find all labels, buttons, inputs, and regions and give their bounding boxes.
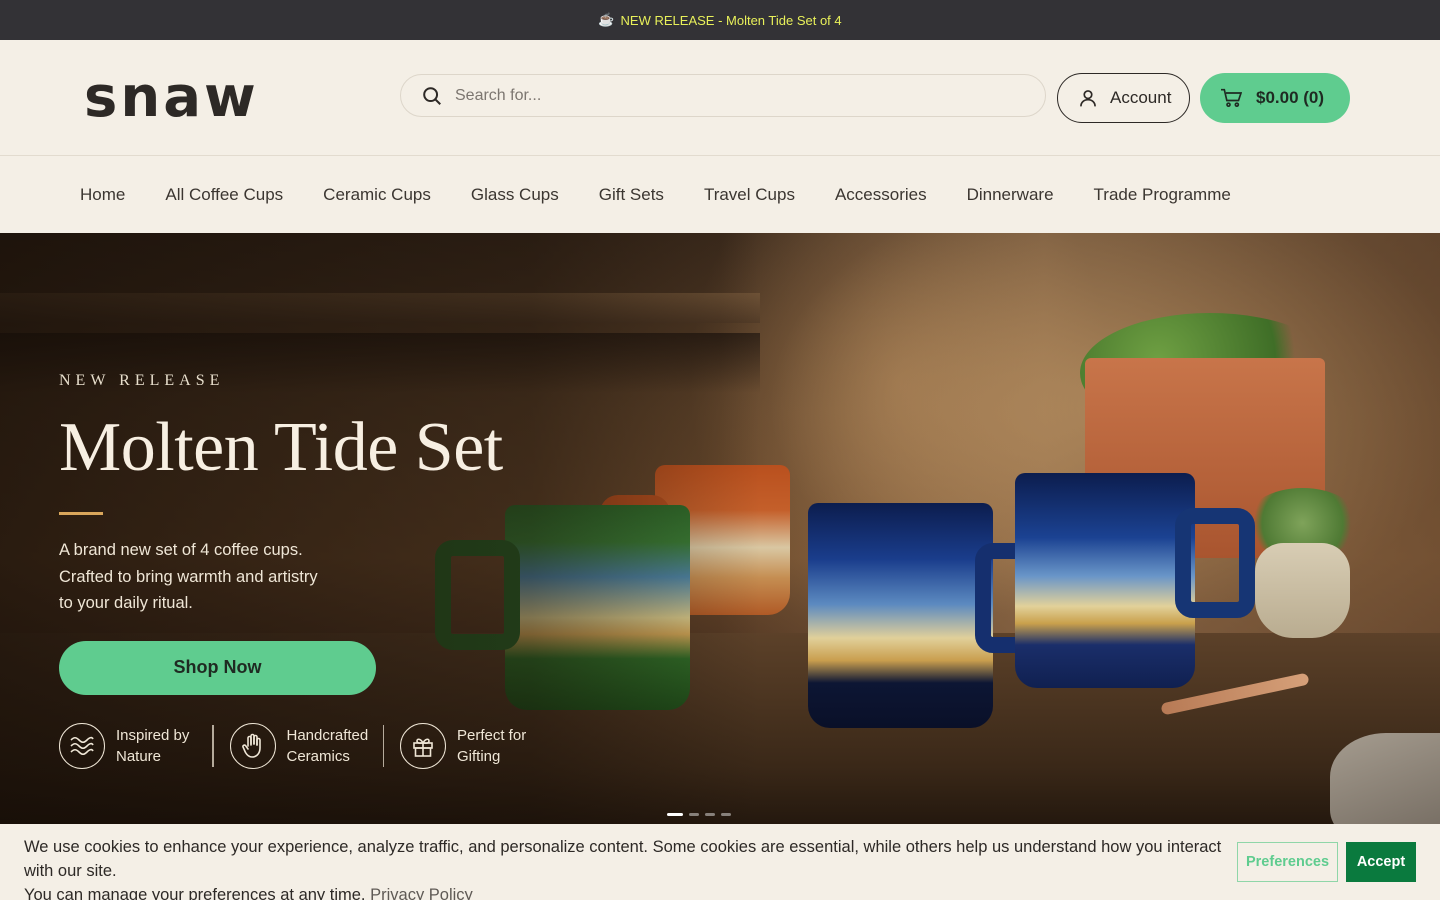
announcement-text[interactable]: NEW RELEASE - Molten Tide Set of 4 (621, 13, 842, 28)
hero-banner[interactable]: NEW RELEASE Molten Tide Set A brand new … (0, 233, 1440, 824)
small-pot (1255, 543, 1350, 638)
carousel-dot[interactable] (705, 813, 715, 816)
nav-item-dinnerware[interactable]: Dinnerware (967, 185, 1054, 205)
search-icon (423, 86, 441, 105)
cookie-line: We use cookies to enhance your experienc… (24, 838, 1222, 880)
nav-item-ceramic-cups[interactable]: Ceramic Cups (323, 185, 431, 205)
announcement-bar: ☕ NEW RELEASE - Molten Tide Set of 4 (0, 0, 1440, 40)
feature-handcrafted: Handcrafted Ceramics (229, 722, 377, 769)
nav-item-gift-sets[interactable]: Gift Sets (599, 185, 664, 205)
mug-blue (808, 503, 1055, 728)
site-header: snaw Account $0.00 (0) (0, 40, 1440, 156)
coffee-cup-icon: ☕ (598, 12, 615, 27)
search-input[interactable] (455, 86, 1015, 105)
feature-line: Ceramics (286, 747, 350, 765)
linen-cloth (1330, 733, 1440, 824)
feature-label: Inspired by Nature (116, 725, 206, 767)
waves-icon (70, 736, 94, 755)
hero-title: Molten Tide Set (59, 409, 503, 486)
cookie-message: We use cookies to enhance your experienc… (24, 835, 1224, 900)
nav-item-all-coffee-cups[interactable]: All Coffee Cups (165, 185, 283, 205)
main-nav: Home All Coffee Cups Ceramic Cups Glass … (0, 156, 1440, 233)
hero-divider (59, 512, 103, 515)
hero-content: NEW RELEASE Molten Tide Set A brand new … (59, 372, 547, 769)
accept-button[interactable]: Accept (1346, 842, 1416, 882)
feature-line: Handcrafted (286, 726, 369, 744)
feature-divider (382, 724, 384, 767)
feature-line: Gifting (457, 747, 501, 765)
feature-line: Perfect for (457, 726, 527, 744)
hero-desc-line: to your daily ritual. (59, 594, 193, 612)
carousel-dot[interactable] (721, 813, 731, 816)
feature-line: Nature (116, 747, 162, 765)
preferences-button[interactable]: Preferences (1237, 842, 1338, 882)
nav-item-trade-programme[interactable]: Trade Programme (1094, 185, 1231, 205)
search-bar[interactable] (400, 74, 1046, 117)
hero-eyebrow: NEW RELEASE (59, 372, 225, 389)
feature-label: Perfect for Gifting (457, 725, 547, 767)
user-icon (1080, 90, 1096, 107)
carousel-dot[interactable] (689, 813, 699, 816)
mug-handle (1175, 508, 1255, 618)
nav-item-glass-cups[interactable]: Glass Cups (471, 185, 559, 205)
cart-button[interactable]: $0.00 (0) (1200, 73, 1350, 123)
cookie-line-2: You can manage your preferences at any t… (24, 883, 1224, 900)
carousel-dot-active[interactable] (667, 813, 683, 816)
feature-label: Handcrafted Ceramics (287, 725, 377, 767)
hero-desc-line: A brand new set of 4 coffee cups. (59, 541, 303, 559)
hero-description: A brand new set of 4 coffee cups. Crafte… (59, 537, 359, 617)
cart-total: $0.00 (0) (1256, 88, 1325, 107)
feature-icon-circle (229, 722, 276, 769)
shop-now-button[interactable]: Shop Now (59, 640, 376, 695)
account-label: Account (1110, 88, 1172, 107)
cart-icon (1221, 88, 1242, 108)
cookie-banner: We use cookies to enhance your experienc… (0, 824, 1440, 900)
gift-icon (413, 737, 433, 757)
feature-divider (212, 724, 214, 767)
nav-item-travel-cups[interactable]: Travel Cups (704, 185, 795, 205)
nav-item-accessories[interactable]: Accessories (835, 185, 927, 205)
feature-nature: Inspired by Nature (59, 722, 206, 769)
cookie-line-text: You can manage your preferences at any t… (24, 886, 366, 900)
feature-gifting: Perfect for Gifting (400, 722, 547, 769)
feature-icon-circle (59, 722, 105, 769)
account-button[interactable]: Account (1057, 73, 1190, 123)
carousel-dots (667, 813, 731, 816)
hero-features: Inspired by Nature Handcrafted Ceramics (59, 722, 547, 769)
logo[interactable]: snaw (84, 68, 259, 128)
hand-icon (241, 733, 261, 758)
privacy-policy-link[interactable]: Privacy Policy (370, 886, 473, 900)
nav-item-home[interactable]: Home (80, 185, 125, 205)
feature-line: Inspired by (116, 726, 190, 744)
mug-blue (1015, 473, 1255, 688)
feature-icon-circle (400, 722, 446, 769)
hero-desc-line: Crafted to bring warmth and artistry (59, 567, 318, 586)
